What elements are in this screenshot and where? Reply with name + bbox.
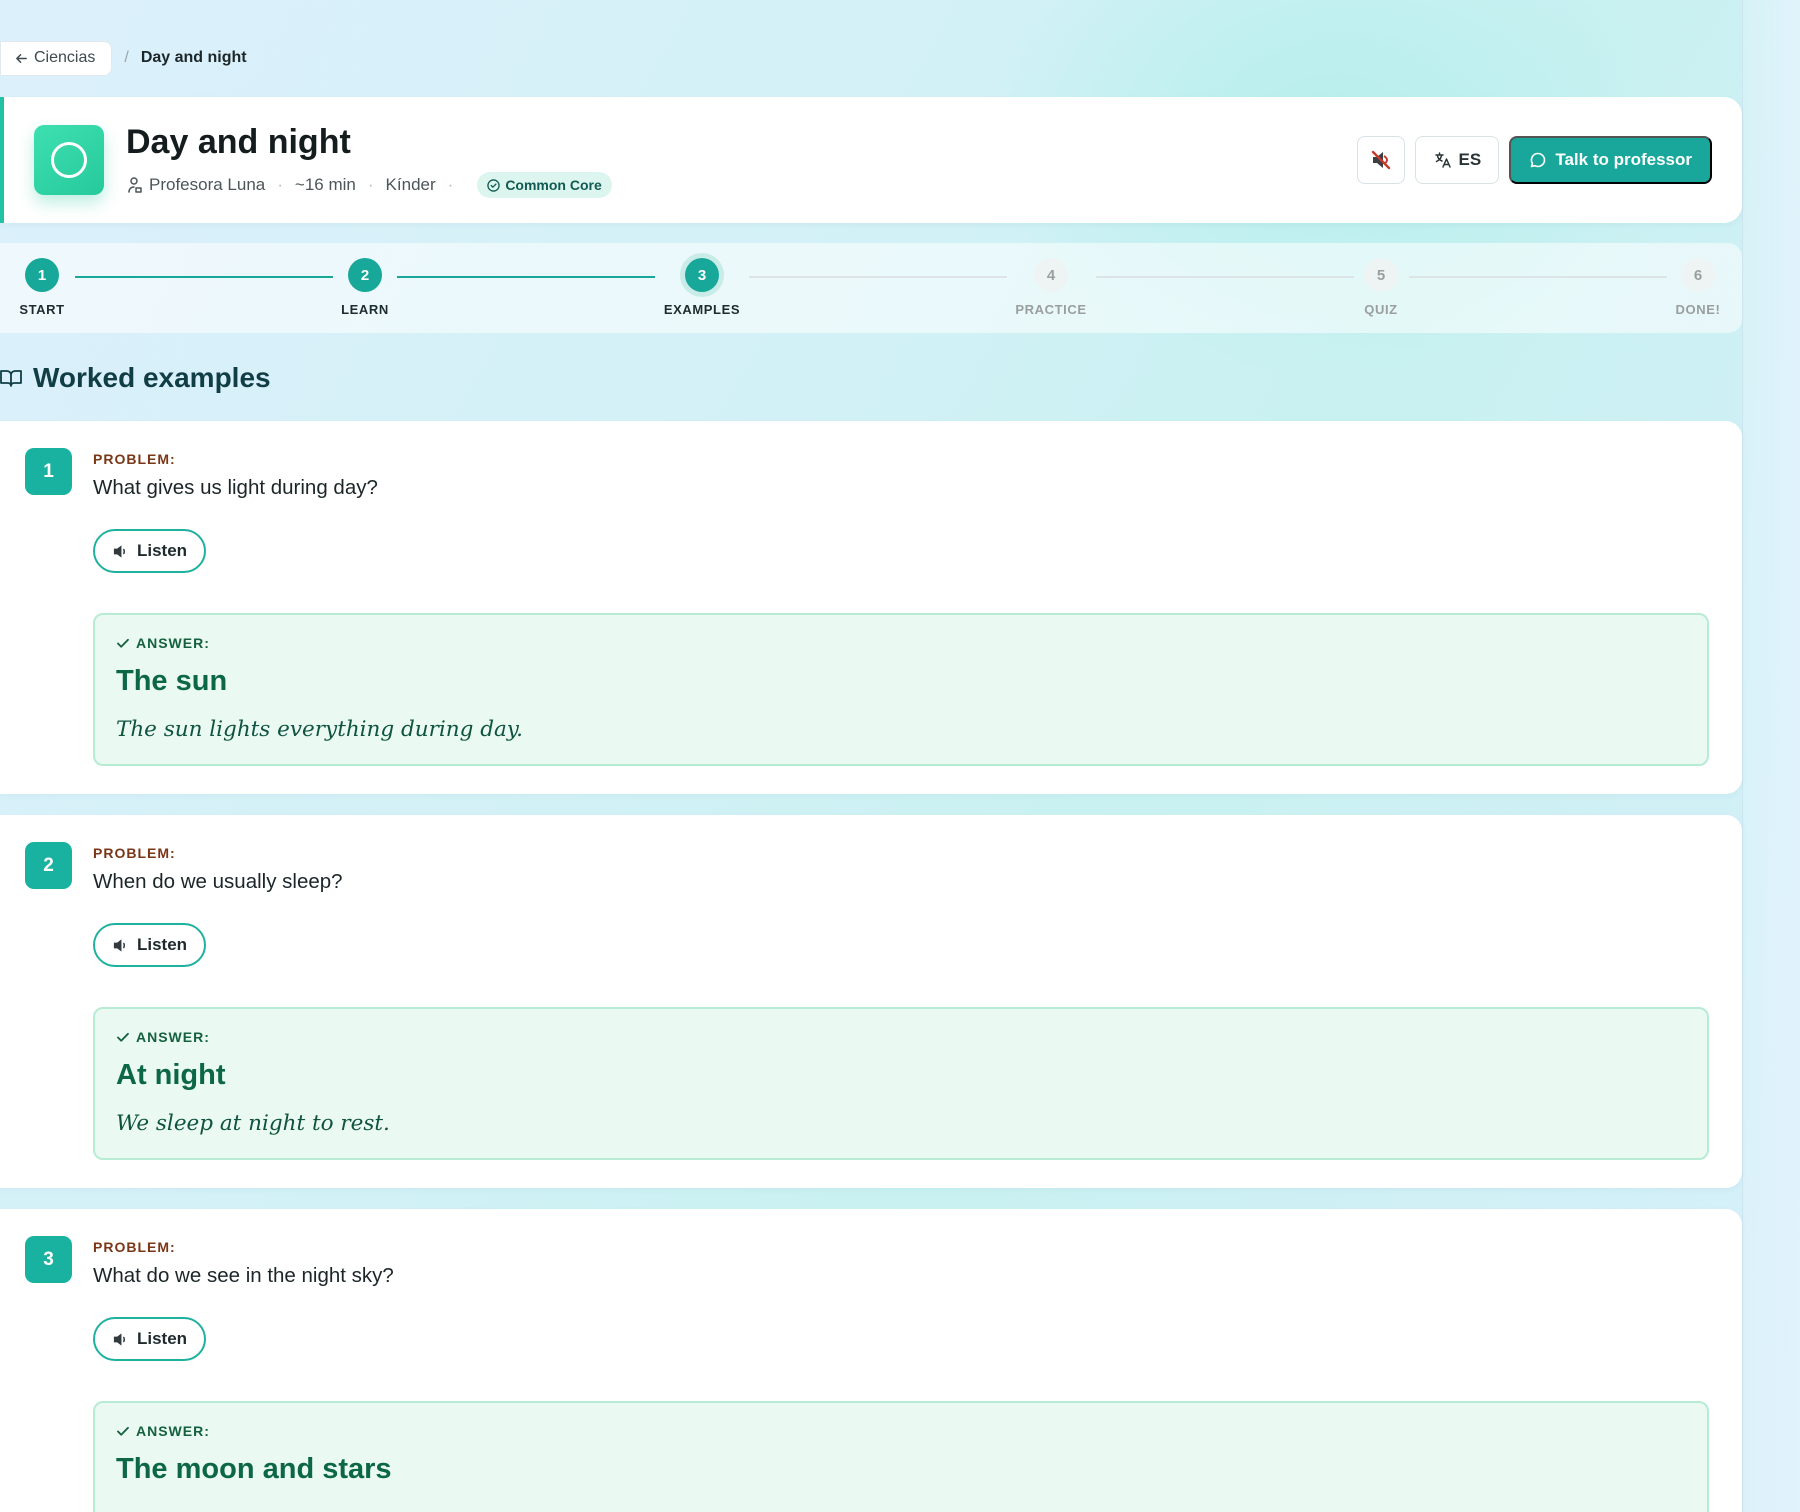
step-done[interactable]: 6 DONE! (1638, 258, 1758, 317)
example-number: 1 (25, 448, 72, 495)
lesson-duration: ~16 min (294, 175, 356, 194)
step-quiz[interactable]: 5 QUIZ (1321, 258, 1441, 317)
teacher-name: Profesora Luna (149, 175, 266, 194)
step-label: LEARN (341, 302, 389, 317)
translate-icon (1434, 152, 1451, 168)
meta-dot: · (367, 175, 374, 194)
lesson-progress-stepper: 1 START 2 LEARN 3 EXAMPLES 4 PRACTICE 5 … (0, 243, 1742, 333)
language-label: ES (1458, 150, 1482, 169)
problem-text: What gives us light during day? (93, 476, 378, 499)
step-number: 2 (348, 258, 382, 292)
speaker-icon (113, 938, 125, 952)
talk-to-professor-button[interactable]: Talk to professor (1509, 136, 1712, 184)
listen-label: Listen (136, 1329, 188, 1348)
back-to-subject-link[interactable]: Ciencias (0, 40, 113, 76)
speaker-icon (113, 1332, 125, 1346)
example-card: 3 PROBLEM: What do we see in the night s… (0, 1209, 1742, 1512)
step-label: EXAMPLES (663, 302, 741, 317)
step-label: PRACTICE (1015, 302, 1087, 317)
meta-dot: · (447, 175, 454, 194)
answer-explanation: We sleep at night to rest. (116, 1111, 390, 1136)
progress-segment (749, 276, 1007, 278)
speaker-muted-icon (1372, 150, 1391, 170)
example-number: 3 (25, 1236, 72, 1283)
progress-segment (397, 276, 655, 278)
section-title: Worked examples (0, 362, 271, 394)
teacher-icon (128, 177, 142, 193)
answer-text: The moon and stars (116, 1453, 392, 1485)
check-icon (117, 1426, 129, 1436)
section-title-text: Worked examples (33, 362, 271, 393)
lesson-circle-icon (34, 125, 104, 195)
progress-segment (1096, 276, 1354, 278)
listen-button[interactable]: Listen (93, 923, 206, 967)
listen-button[interactable]: Listen (93, 1317, 206, 1361)
step-number: 3 (685, 258, 719, 292)
answer-label-row: ANSWER: (116, 635, 210, 651)
problem-text: When do we usually sleep? (93, 870, 343, 893)
answer-box: ANSWER: The sun The sun lights everythin… (93, 613, 1709, 766)
answer-explanation: The sun lights everything during day. (116, 717, 523, 742)
back-link-label: Ciencias (34, 49, 96, 66)
header-actions: ES Talk to professor (1357, 136, 1712, 184)
language-toggle-button[interactable]: ES (1415, 136, 1500, 184)
progress-segment (75, 276, 333, 278)
check-icon (117, 638, 129, 648)
mute-button[interactable] (1357, 136, 1406, 184)
problem-label: PROBLEM: (93, 1239, 176, 1255)
step-label: START (19, 302, 65, 317)
step-start[interactable]: 1 START (0, 258, 102, 317)
answer-label: ANSWER: (136, 635, 210, 651)
step-learn[interactable]: 2 LEARN (305, 258, 425, 317)
speaker-icon (113, 544, 125, 558)
problem-label: PROBLEM: (93, 451, 176, 467)
answer-box: ANSWER: At night We sleep at night to re… (93, 1007, 1709, 1160)
breadcrumb: Ciencias / Day and night (0, 40, 247, 76)
answer-text: At night (116, 1059, 226, 1091)
lesson-meta: Profesora Luna · ~16 min · Kínder · Comm… (127, 172, 612, 198)
talk-button-label: Talk to professor (1555, 150, 1692, 169)
step-label: DONE! (1675, 302, 1721, 317)
listen-label: Listen (136, 935, 188, 954)
breadcrumb-current: Day and night (140, 49, 247, 66)
meta-dot: · (277, 175, 283, 194)
answer-label: ANSWER: (136, 1423, 210, 1439)
answer-text: The sun (116, 665, 228, 697)
step-number: 1 (25, 258, 59, 292)
arrow-left-icon (16, 53, 27, 63)
answer-label-row: ANSWER: (116, 1423, 210, 1439)
open-book-icon (0, 370, 22, 387)
step-label: QUIZ (1364, 302, 1398, 317)
chat-bubble-icon (1530, 152, 1546, 168)
check-icon (117, 1032, 129, 1042)
answer-label-row: ANSWER: (116, 1029, 210, 1045)
step-examples[interactable]: 3 EXAMPLES (642, 258, 762, 317)
listen-button[interactable]: Listen (93, 529, 206, 573)
example-card: 2 PROBLEM: When do we usually sleep? Lis… (0, 815, 1742, 1188)
listen-label: Listen (136, 541, 188, 560)
answer-label: ANSWER: (136, 1029, 210, 1045)
standard-badge-label: Common Core (505, 177, 602, 193)
example-card: 1 PROBLEM: What gives us light during da… (0, 421, 1742, 794)
step-practice[interactable]: 4 PRACTICE (991, 258, 1111, 317)
step-number: 4 (1034, 258, 1068, 292)
breadcrumb-separator: / (124, 49, 129, 66)
example-number: 2 (25, 842, 72, 889)
right-scroll-edge (1742, 0, 1800, 1512)
problem-label: PROBLEM: (93, 845, 176, 861)
problem-text: What do we see in the night sky? (93, 1264, 394, 1287)
page-title: Day and night (126, 123, 351, 161)
step-number: 6 (1681, 258, 1715, 292)
lesson-header: Day and night Profesora Luna · ~16 min ·… (0, 97, 1742, 223)
lesson-level: Kínder (385, 175, 436, 194)
step-number: 5 (1364, 258, 1398, 292)
progress-segment (1409, 276, 1667, 278)
answer-box: ANSWER: The moon and stars (93, 1401, 1709, 1512)
standard-badge: Common Core (477, 172, 612, 198)
check-circle-icon (487, 178, 501, 192)
